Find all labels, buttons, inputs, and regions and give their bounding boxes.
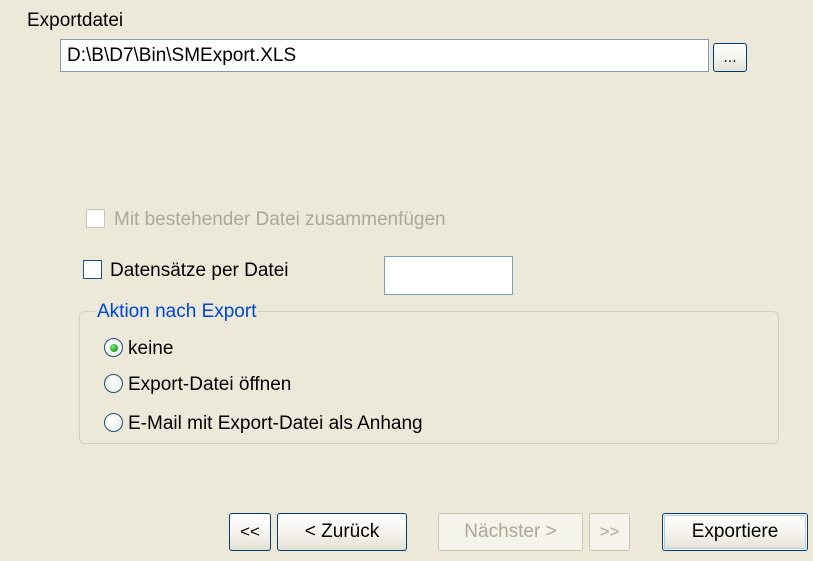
export-button[interactable]: Exportiere <box>662 513 808 551</box>
radio-open-export-file-label: Export-Datei öffnen <box>128 374 292 395</box>
records-per-file-input[interactable] <box>384 256 513 295</box>
radio-email-attachment[interactable] <box>104 413 123 432</box>
radio-none[interactable] <box>104 338 123 357</box>
merge-file-checkbox[interactable] <box>86 209 105 228</box>
radio-open-export-file[interactable] <box>104 374 123 393</box>
after-export-caption: Aktion nach Export <box>95 301 259 322</box>
radio-email-attachment-label: E-Mail mit Export-Datei als Anhang <box>128 413 423 434</box>
export-file-path-input[interactable] <box>60 39 709 72</box>
back-button[interactable]: < Zurück <box>277 513 407 551</box>
radio-selected-dot <box>109 343 118 352</box>
last-page-button[interactable]: >> <box>589 513 630 551</box>
records-per-file-checkbox[interactable] <box>83 260 102 279</box>
first-page-button[interactable]: << <box>229 513 271 551</box>
merge-file-label: Mit bestehender Datei zusammenfügen <box>114 209 446 230</box>
next-button[interactable]: Nächster > <box>438 513 583 551</box>
export-file-label: Exportdatei <box>27 10 124 31</box>
browse-button[interactable]: ... <box>713 43 747 72</box>
radio-none-label: keine <box>128 338 174 359</box>
records-per-file-label: Datensätze per Datei <box>110 260 289 281</box>
